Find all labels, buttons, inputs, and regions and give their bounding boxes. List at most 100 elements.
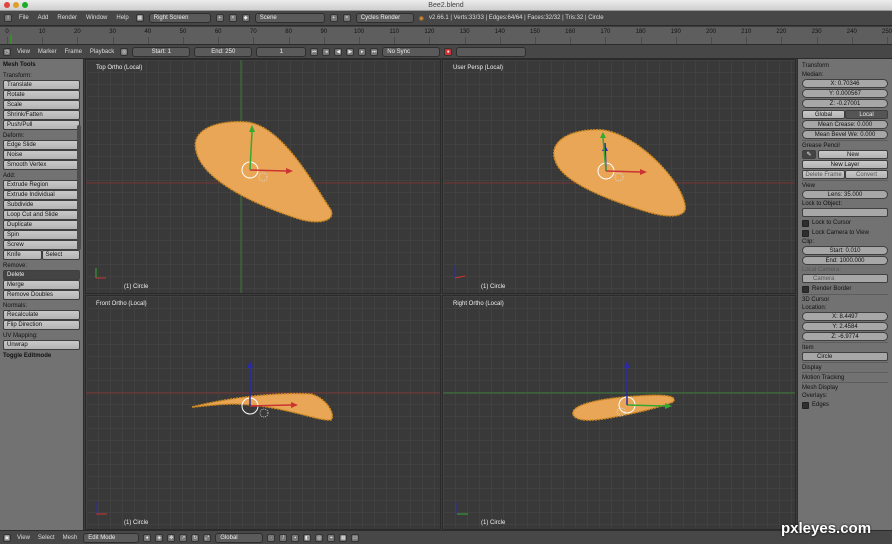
prev-key-icon[interactable]: ◂ [322,47,331,56]
manipulator-icon[interactable]: ✥ [167,533,176,542]
edge-slide-button[interactable]: Edge Slide [3,140,80,150]
next-key-icon[interactable]: ▸ [358,47,367,56]
duplicate-button[interactable]: Duplicate [3,220,80,230]
gizmo-x-handle[interactable] [249,404,292,407]
item-name-field[interactable]: Circle [802,352,888,361]
render-border-checkbox[interactable]: Render Border [802,284,888,294]
vertex-select-icon[interactable]: · [267,533,276,542]
unwrap-button[interactable]: Unwrap [3,340,80,350]
rotate-button[interactable]: Rotate [3,90,80,100]
face-select-icon[interactable]: ▪ [291,533,300,542]
lock-cursor-checkbox[interactable]: Lock to Cursor [802,218,888,228]
snap-element-icon[interactable]: ▦ [339,533,348,542]
item-panel-head[interactable]: Item [802,342,888,352]
zoom-window-icon[interactable] [22,2,28,8]
timeline-menu-playback[interactable]: Playback [88,49,116,55]
add-scene-icon[interactable]: + [329,14,338,22]
mesh-tools-title[interactable]: Mesh Tools [3,61,80,70]
3d-cursor-head[interactable]: 3D Cursor [802,294,888,304]
circle-mesh[interactable] [191,392,333,421]
viewport-user-persp[interactable]: User Persp (Local) (1) Circle [442,59,796,294]
scale-button[interactable]: Scale [3,100,80,110]
translate-button[interactable]: Translate [3,80,80,90]
window-controls[interactable] [4,2,28,8]
clip-end-field[interactable]: End: 1000.000 [802,256,888,265]
remove-doubles-button[interactable]: Remove Doubles [3,290,80,300]
view-menu[interactable]: View [15,535,32,541]
menu-help[interactable]: Help [114,15,130,21]
remove-scene-icon[interactable]: × [342,14,351,22]
shrink-fatten-button[interactable]: Shrink/Fatten [3,110,80,120]
translate-manipulator-icon[interactable]: ↗ [179,533,188,542]
recalculate-button[interactable]: Recalculate [3,310,80,320]
remove-screen-icon[interactable]: × [228,14,237,22]
menu-file[interactable]: File [17,15,31,21]
smooth-vertex-button[interactable]: Smooth Vertex [3,160,80,170]
gizmo-y-handle[interactable] [626,404,666,407]
current-frame-marker[interactable] [9,35,12,44]
new-gp-button[interactable]: New [818,150,888,159]
proportional-edit-icon[interactable]: ◎ [315,533,324,542]
gizmo-x-handle[interactable] [605,170,641,173]
flip-direction-button[interactable]: Flip Direction [3,320,80,330]
knife-button[interactable]: Knife [3,250,42,260]
subdivide-button[interactable]: Subdivide [3,200,80,210]
minimize-window-icon[interactable] [13,2,19,8]
toggle-editmode-panel[interactable]: Toggle Editmode [3,352,80,361]
edge-select-icon[interactable]: / [279,533,288,542]
viewport-top-ortho[interactable]: Top Ortho (Local) (1) Circle [85,59,441,294]
lock-object-field[interactable] [802,208,888,217]
play-reverse-icon[interactable]: ◀ [334,47,343,56]
render-engine-select[interactable]: Cycles Render [355,13,414,23]
clip-start-field[interactable]: Start: 0.010 [802,246,888,255]
cursor-x-field[interactable]: X: 8.4497 [802,312,888,321]
new-layer-button[interactable]: New Layer [802,160,888,169]
transform-panel-head[interactable]: Transform [802,61,888,71]
timeline-editor-icon[interactable]: ◷ [3,47,11,56]
motion-tracking-head[interactable]: Motion Tracking [802,372,888,382]
editor-type-icon[interactable]: i [4,14,12,22]
screen-layout-icon[interactable]: ▦ [135,14,144,22]
convert-button[interactable]: Convert [845,170,888,179]
screen-selector[interactable]: Right Screen [148,13,211,23]
timeline-ruler[interactable]: 0 10 20 30 40 50 60 70 80 90 100 110 120 130 140 150 160… [0,27,892,45]
pivot-icon[interactable]: ◈ [155,533,164,542]
delete-frame-button[interactable]: Delete Frame [802,170,845,179]
select-menu[interactable]: Select [36,535,57,541]
merge-button[interactable]: Merge [3,280,80,290]
menu-add[interactable]: Add [36,15,51,21]
menu-window[interactable]: Window [84,15,109,21]
current-frame-field[interactable]: 1 [256,46,307,57]
close-window-icon[interactable] [4,2,10,8]
mode-select[interactable]: Edit Mode [83,532,140,543]
delete-button[interactable]: Delete [3,270,80,280]
cursor-z-field[interactable]: Z: -6.9774 [802,332,888,341]
render-preview-icon[interactable]: ▭ [351,533,360,542]
mean-bevel-field[interactable]: Mean Bevel We: 0.000 [802,130,888,139]
view-panel-head[interactable]: View [802,180,888,190]
orientation-select[interactable]: Global [215,532,264,543]
circle-mesh[interactable] [194,121,333,223]
lens-field[interactable]: Lens: 35.000 [802,190,888,199]
keying-set-field[interactable] [456,46,527,57]
timeline-menu-marker[interactable]: Marker [36,49,59,55]
circle-mesh[interactable] [572,394,675,421]
scene-selector[interactable]: Scene [254,13,325,23]
snap-icon[interactable]: ⌖ [327,533,336,542]
lock-camera-checkbox[interactable]: Lock Camera to View [802,228,888,238]
add-screen-icon[interactable]: + [215,14,224,22]
shading-icon[interactable]: ● [143,533,152,542]
jump-end-icon[interactable]: ⏭ [370,47,379,56]
edges-checkbox[interactable]: Edges [802,400,888,410]
grease-pencil-head[interactable]: Grease Pencil [802,140,888,150]
loop-cut-button[interactable]: Loop Cut and Slide [3,210,80,220]
screw-button[interactable]: Screw [3,240,80,250]
pencil-icon[interactable]: ✎ [802,150,816,159]
noise-button[interactable]: Noise [3,150,80,160]
cursor-y-field[interactable]: Y: 2.4584 [802,322,888,331]
viewport-front-ortho[interactable]: Front Ortho (Local) (1) Circle [85,295,441,530]
mean-crease-field[interactable]: Mean Crease: 0.000 [802,120,888,129]
gizmo-z-arrow[interactable] [247,361,253,368]
mesh-display-head[interactable]: Mesh Display [802,382,888,392]
3d-view-editor-icon[interactable]: ▣ [3,533,11,542]
